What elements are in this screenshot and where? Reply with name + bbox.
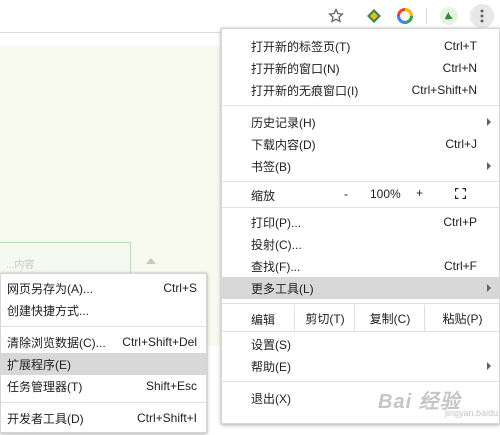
menu-item-label: 历史记录(H): [251, 115, 316, 130]
menu-item-shortcut: Ctrl+N: [442, 61, 477, 75]
submenu-arrow-icon: [487, 118, 491, 126]
menu-item-shortcut: Ctrl+P: [443, 215, 477, 229]
menu-separator: [1, 326, 206, 327]
zoom-out-button[interactable]: -: [344, 187, 348, 201]
menu-item-label: 设置(S): [251, 337, 291, 352]
profile-icon[interactable]: [437, 4, 461, 28]
menu-item-label: 任务管理器(T): [7, 379, 83, 394]
menu-separator: [222, 181, 499, 182]
menu-item-new-tab[interactable]: 打开新的标签页(T) Ctrl+T: [222, 35, 499, 57]
menu-item-print[interactable]: 打印(P)... Ctrl+P: [222, 211, 499, 233]
chrome-main-menu: 打开新的标签页(T) Ctrl+T 打开新的窗口(N) Ctrl+N 打开新的无…: [221, 28, 500, 424]
submenu-item-clear-data[interactable]: 清除浏览数据(C)... Ctrl+Shift+Del: [1, 331, 206, 353]
zoom-in-button[interactable]: +: [416, 186, 423, 200]
menu-item-label: 帮助(E): [251, 359, 291, 374]
cut-button[interactable]: 剪切(T): [294, 305, 355, 331]
submenu-item-extensions[interactable]: 扩展程序(E): [1, 353, 206, 375]
submenu-item-task-manager[interactable]: 任务管理器(T) Shift+Esc: [1, 375, 206, 397]
menu-item-label: 退出(X): [251, 391, 291, 406]
menu-item-downloads[interactable]: 下载内容(D) Ctrl+J: [222, 133, 499, 155]
toolbar-divider: [426, 8, 427, 24]
submenu-arrow-icon: [487, 162, 491, 170]
menu-item-label: 打开新的窗口(N): [251, 61, 340, 76]
edit-label: 编辑: [251, 313, 276, 327]
menu-item-label: 打开新的无痕窗口(I): [251, 83, 359, 98]
zoom-label: 缩放: [251, 189, 276, 203]
star-icon[interactable]: [324, 4, 348, 28]
menu-item-new-window[interactable]: 打开新的窗口(N) Ctrl+N: [222, 57, 499, 79]
submenu-arrow-icon: [487, 362, 491, 370]
submenu-item-save-as[interactable]: 网页另存为(A)... Ctrl+S: [1, 277, 206, 299]
menu-item-label: 创建快捷方式...: [7, 303, 90, 318]
color-ring-icon[interactable]: [393, 4, 417, 28]
menu-item-shortcut: Ctrl+Shift+Del: [122, 335, 197, 349]
menu-item-help[interactable]: 帮助(E): [222, 355, 499, 377]
menu-item-label: 打开新的标签页(T): [251, 39, 351, 54]
menu-item-label: 开发者工具(D): [7, 411, 84, 426]
menu-item-shortcut: Ctrl+J: [445, 137, 477, 151]
menu-separator: [222, 331, 499, 332]
menu-item-label: 投射(C)...: [251, 237, 302, 252]
caret-up-icon: [146, 258, 156, 264]
menu-item-shortcut: Ctrl+S: [163, 281, 197, 295]
menu-item-label: 书签(B): [251, 159, 291, 174]
more-vert-icon[interactable]: [470, 4, 494, 28]
menu-item-shortcut: Ctrl+F: [444, 259, 477, 273]
menu-item-shortcut: Ctrl+Shift+I: [136, 411, 197, 425]
menu-item-settings[interactable]: 设置(S): [222, 333, 499, 355]
menu-separator: [1, 402, 206, 403]
menu-item-cast[interactable]: 投射(C)...: [222, 233, 499, 255]
menu-edit-row: 编辑 剪切(T) 复制(C) 粘贴(P): [222, 305, 499, 331]
baidu-watermark-url: jingyan.baidu.com: [445, 408, 500, 418]
submenu-item-dev-tools[interactable]: 开发者工具(D) Ctrl+Shift+I: [1, 407, 206, 429]
submenu-arrow-icon: [487, 284, 491, 292]
menu-item-label: 扩展程序(E): [7, 357, 71, 372]
extension-diamond-icon[interactable]: [362, 4, 386, 28]
menu-item-find[interactable]: 查找(F)... Ctrl+F: [222, 255, 499, 277]
menu-item-history[interactable]: 历史记录(H): [222, 111, 499, 133]
menu-item-shortcut: Shift+Esc: [145, 379, 197, 393]
menu-item-shortcut: Ctrl+T: [444, 39, 477, 53]
menu-separator: [222, 207, 499, 208]
menu-item-bookmarks[interactable]: 书签(B): [222, 155, 499, 177]
submenu-item-create-shortcut[interactable]: 创建快捷方式...: [1, 299, 206, 321]
menu-separator: [222, 105, 499, 106]
menu-item-label: 清除浏览数据(C)...: [7, 335, 106, 350]
menu-item-label: 网页另存为(A)...: [7, 281, 93, 296]
menu-separator: [222, 303, 499, 304]
page-faint-text: ...内容: [6, 260, 35, 271]
copy-button[interactable]: 复制(C): [354, 305, 425, 331]
menu-item-shortcut: Ctrl+Shift+N: [411, 83, 477, 97]
menu-separator: [222, 381, 499, 382]
menu-item-label: 更多工具(L): [251, 281, 314, 296]
menu-item-label: 下载内容(D): [251, 137, 316, 152]
menu-item-label: 打印(P)...: [251, 215, 301, 230]
menu-zoom-row: 缩放 - 100% +: [222, 183, 499, 205]
paste-button[interactable]: 粘贴(P): [424, 305, 500, 331]
menu-item-label: 查找(F)...: [251, 259, 301, 274]
more-tools-submenu: 网页另存为(A)... Ctrl+S 创建快捷方式... 清除浏览数据(C)..…: [0, 273, 207, 433]
zoom-value: 100%: [370, 187, 401, 201]
menu-item-more-tools[interactable]: 更多工具(L): [222, 277, 499, 299]
menu-item-incognito[interactable]: 打开新的无痕窗口(I) Ctrl+Shift+N: [222, 79, 499, 101]
page-divider: [0, 32, 220, 33]
fullscreen-icon[interactable]: [454, 187, 467, 200]
